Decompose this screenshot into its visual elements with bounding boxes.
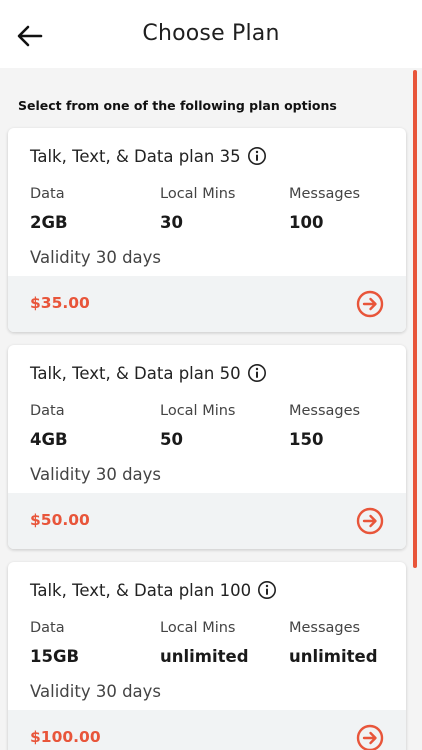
intro-text: Select from one of the following plan op… bbox=[18, 98, 337, 113]
plan-title: Talk, Text, & Data plan 100 bbox=[30, 580, 277, 600]
plan-footer: $100.00 bbox=[8, 710, 406, 750]
app-header: Choose Plan bbox=[0, 0, 422, 68]
plan-title: Talk, Text, & Data plan 35 bbox=[30, 146, 267, 166]
local-mins-value: unlimited bbox=[160, 647, 249, 666]
data-value: 15GB bbox=[30, 647, 80, 666]
plan-card-35[interactable]: Talk, Text, & Data plan 35 Data 2GB Loca… bbox=[8, 128, 406, 332]
validity-text: Validity 30 days bbox=[30, 465, 162, 484]
messages-label: Messages bbox=[289, 620, 361, 636]
local-mins-label: Local Mins bbox=[160, 186, 236, 202]
local-mins-column: Local Mins 30 bbox=[160, 186, 235, 232]
arrow-circle-right-icon bbox=[356, 290, 384, 318]
local-mins-label: Local Mins bbox=[160, 620, 236, 636]
local-mins-value: 30 bbox=[160, 213, 183, 232]
messages-label: Messages bbox=[289, 403, 361, 419]
messages-column: Messages 100 bbox=[289, 186, 360, 232]
plan-price: $50.00 bbox=[30, 511, 90, 529]
select-plan-button[interactable] bbox=[356, 290, 384, 318]
info-icon[interactable] bbox=[247, 146, 267, 166]
validity-text: Validity 30 days bbox=[30, 682, 162, 701]
plan-footer: $35.00 bbox=[8, 276, 406, 332]
plan-title: Talk, Text, & Data plan 50 bbox=[30, 363, 267, 383]
messages-column: Messages unlimited bbox=[289, 620, 378, 666]
plan-name: Talk, Text, & Data plan 100 bbox=[30, 580, 252, 600]
data-column: Data 15GB bbox=[30, 620, 79, 666]
page-title: Choose Plan bbox=[142, 21, 280, 46]
local-mins-value: 50 bbox=[160, 430, 183, 449]
messages-value: 100 bbox=[289, 213, 324, 232]
select-plan-button[interactable] bbox=[356, 724, 384, 750]
data-column: Data 2GB bbox=[30, 186, 68, 232]
plan-name: Talk, Text, & Data plan 50 bbox=[30, 363, 241, 383]
plan-card-50[interactable]: Talk, Text, & Data plan 50 Data 4GB Loca… bbox=[8, 345, 406, 549]
local-mins-column: Local Mins unlimited bbox=[160, 620, 249, 666]
messages-label: Messages bbox=[289, 186, 361, 202]
data-value: 4GB bbox=[30, 430, 68, 449]
data-value: 2GB bbox=[30, 213, 68, 232]
plan-card-100[interactable]: Talk, Text, & Data plan 100 Data 15GB Lo… bbox=[8, 562, 406, 750]
messages-value: unlimited bbox=[289, 647, 378, 666]
arrow-circle-right-icon bbox=[356, 724, 384, 750]
info-icon[interactable] bbox=[247, 363, 267, 383]
info-icon[interactable] bbox=[257, 580, 277, 600]
choose-plan-screen: Choose Plan Select from one of the follo… bbox=[0, 0, 422, 750]
plan-name: Talk, Text, & Data plan 35 bbox=[30, 146, 241, 166]
data-column: Data 4GB bbox=[30, 403, 68, 449]
data-label: Data bbox=[30, 186, 65, 202]
validity-text: Validity 30 days bbox=[30, 248, 162, 267]
messages-column: Messages 150 bbox=[289, 403, 360, 449]
data-label: Data bbox=[30, 403, 65, 419]
messages-value: 150 bbox=[289, 430, 324, 449]
plan-list-scroll-area[interactable]: Select from one of the following plan op… bbox=[0, 68, 422, 750]
scrollbar-thumb[interactable] bbox=[413, 70, 417, 568]
select-plan-button[interactable] bbox=[356, 507, 384, 535]
arrow-circle-right-icon bbox=[356, 507, 384, 535]
plan-price: $100.00 bbox=[30, 728, 101, 746]
data-label: Data bbox=[30, 620, 65, 636]
local-mins-column: Local Mins 50 bbox=[160, 403, 235, 449]
plan-price: $35.00 bbox=[30, 294, 90, 312]
local-mins-label: Local Mins bbox=[160, 403, 236, 419]
plan-footer: $50.00 bbox=[8, 493, 406, 549]
